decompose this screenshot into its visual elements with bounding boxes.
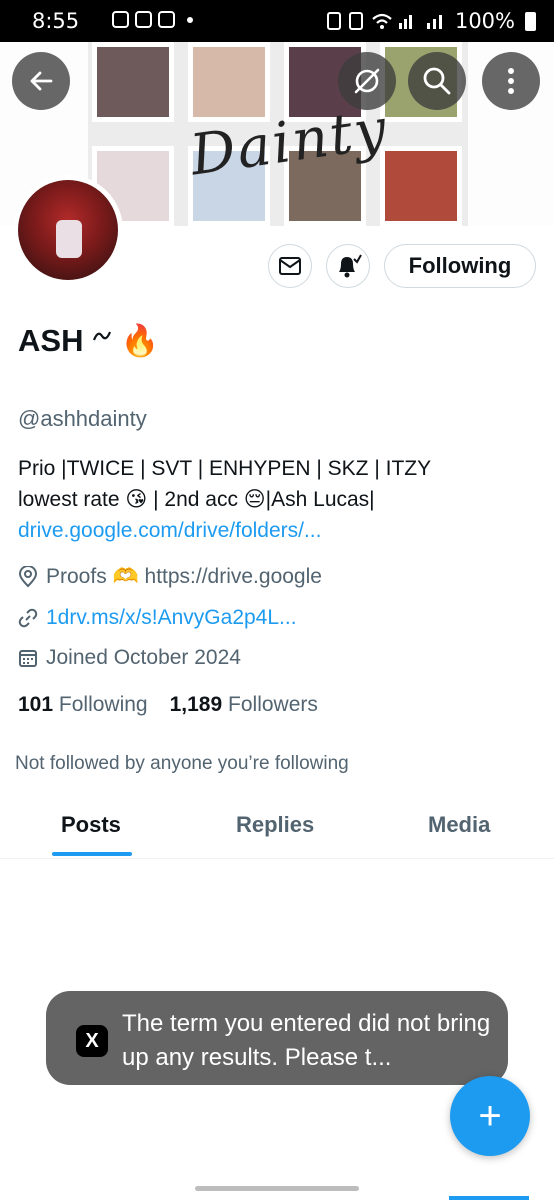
message-button[interactable] — [268, 244, 312, 288]
banner-photo — [188, 42, 270, 122]
battery-icon — [525, 11, 536, 31]
active-tab-indicator — [52, 852, 132, 856]
gallery-icon — [112, 11, 129, 28]
bio-line: lowest rate 😘 | 2nd acc 😔|Ash Lucas| — [18, 488, 375, 511]
profile-name: ASH 🔥 — [18, 322, 159, 359]
youtube-icon — [135, 11, 152, 28]
followers-count-link[interactable]: 1,189 Followers — [170, 693, 318, 717]
calendar-icon — [19, 650, 37, 667]
profile-joined-row: Joined October 2024 — [18, 646, 241, 670]
back-button[interactable] — [12, 52, 70, 110]
profile-location-row: Proofs 🫶 https://drive.google — [18, 565, 322, 589]
profile-avatar[interactable] — [13, 175, 123, 285]
instagram-icon — [158, 11, 175, 28]
alarm-icon — [348, 12, 363, 30]
compose-button[interactable]: + — [450, 1076, 530, 1156]
tab-media[interactable]: Media — [428, 812, 490, 838]
profile-handle: @ashhdainty — [18, 406, 147, 431]
location-pin-icon — [18, 566, 38, 588]
following-count: 101 — [18, 693, 54, 716]
notifications-button[interactable] — [326, 244, 370, 288]
profile-location: Proofs 🫶 https://drive.google — [46, 565, 322, 588]
x-logo-icon: X — [76, 1025, 108, 1057]
followers-label: Followers — [228, 693, 318, 716]
more-notifications-icon — [187, 16, 193, 23]
home-indicator[interactable] — [195, 1186, 359, 1191]
more-vertical-icon — [508, 68, 514, 94]
toast-message: The term you entered did not bring up an… — [122, 1010, 491, 1071]
following-button[interactable]: Following — [384, 244, 536, 288]
cell-signal-icon — [426, 15, 442, 29]
bottom-accent-bar — [449, 1196, 529, 1200]
banner-photo — [92, 42, 174, 122]
link-icon — [18, 608, 38, 628]
bell-check-icon — [339, 254, 362, 278]
profile-tabs: Posts Replies Media — [0, 806, 554, 859]
profile-bio: Prio |TWICE | SVT | ENHYPEN | SKZ | ITZY… — [18, 453, 431, 546]
profile-name-text: ASH — [18, 323, 84, 358]
followers-count: 1,189 — [169, 693, 223, 716]
status-time: 8:55 — [32, 9, 80, 33]
profile-counts: 101 Following 1,189 Followers — [18, 693, 318, 717]
search-icon — [423, 67, 451, 95]
avatar-image — [18, 180, 118, 280]
profile-website-row: 1drv.ms/x/s!AnvyGa2p4L... — [18, 606, 297, 630]
following-label: Following — [58, 693, 148, 716]
avatar-phone-shape — [56, 220, 82, 258]
mail-icon — [279, 257, 301, 275]
profile-joined: Joined October 2024 — [46, 646, 241, 669]
bio-line: Prio |TWICE | SVT | ENHYPEN | SKZ | ITZY — [18, 457, 432, 480]
translate-button[interactable] — [338, 52, 396, 110]
following-count-link[interactable]: 101 Following — [18, 693, 148, 717]
profile-name-emoji: 🔥 — [120, 323, 160, 358]
battery-percent: 100% — [454, 9, 515, 33]
tab-replies[interactable]: Replies — [236, 812, 314, 838]
toast-notification: X The term you entered did not bring up … — [46, 991, 508, 1085]
slash-circle-icon — [354, 68, 380, 94]
status-bar: 8:55 100% — [0, 0, 554, 42]
tab-posts[interactable]: Posts — [61, 812, 121, 838]
not-followed-note: Not followed by anyone you’re following — [15, 753, 349, 774]
status-notification-icons — [112, 11, 193, 28]
arrow-left-icon — [30, 71, 53, 91]
banner-photo — [380, 146, 462, 226]
more-button[interactable] — [482, 52, 540, 110]
bio-link[interactable]: drive.google.com/drive/folders/... — [18, 515, 431, 546]
profile-website[interactable]: 1drv.ms/x/s!AnvyGa2p4L... — [46, 606, 297, 630]
search-button[interactable] — [408, 52, 466, 110]
wifi-signal-icon — [372, 13, 412, 29]
battery-saver-icon — [326, 12, 341, 30]
status-system-icons: 100% — [326, 9, 536, 33]
name-symbol-icon — [93, 331, 112, 341]
